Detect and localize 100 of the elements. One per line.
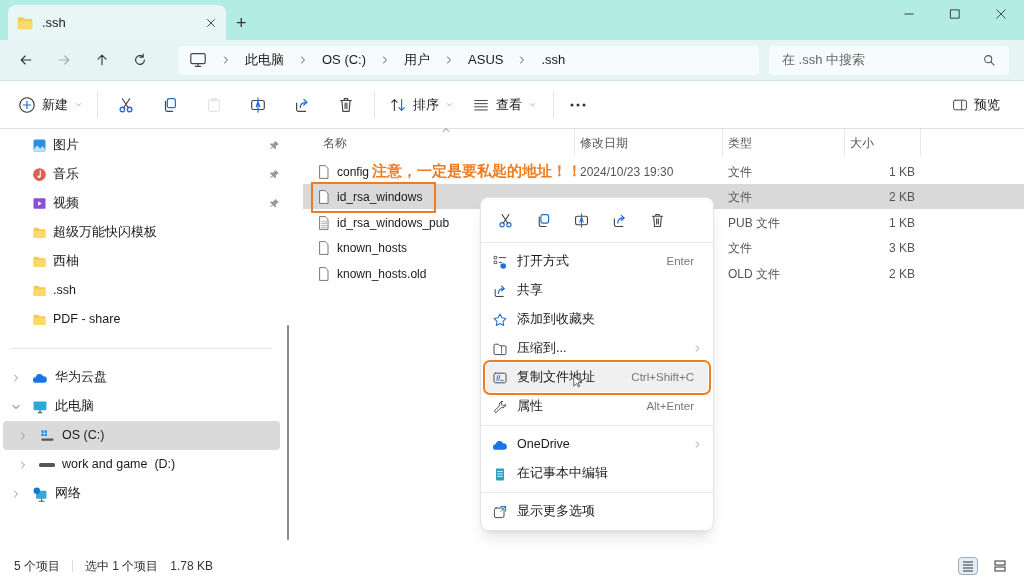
tab[interactable]: .ssh [8, 5, 226, 40]
more-icon[interactable] [570, 102, 586, 107]
file-size: 1 KB [889, 215, 915, 230]
preview-button[interactable]: 预览 [946, 88, 1006, 121]
caret-icon [528, 100, 537, 109]
drive-icon [39, 461, 55, 468]
sidebar-item[interactable]: 音乐 [0, 160, 298, 189]
shortcut-text: Alt+Enter [646, 398, 695, 414]
column-header[interactable]: 名称 [303, 129, 575, 156]
view-button[interactable]: 查看 [462, 88, 547, 121]
breadcrumb[interactable]: ASUS [468, 50, 504, 70]
close-icon[interactable] [994, 7, 1008, 21]
scrollbar-thumb[interactable] [287, 325, 289, 540]
sidebar-item[interactable]: .ssh [0, 276, 298, 305]
chevron-right-icon [298, 55, 308, 65]
folder-icon [32, 312, 47, 327]
search-placeholder: 在 .ssh 中搜索 [782, 51, 867, 70]
file-type: PUB 文件 [728, 215, 780, 230]
monitor-icon [32, 398, 48, 415]
music-note-icon [32, 167, 47, 182]
item-count: 5 个项目 [14, 558, 60, 575]
tree-item[interactable]: work and game (D:) [3, 450, 280, 479]
details-view-button[interactable] [958, 557, 978, 575]
menu-item[interactable]: 在记事本中编辑 [486, 459, 708, 488]
file-size: 2 KB [889, 190, 915, 204]
file-name: known_hosts [337, 240, 408, 257]
tiles-view-icon[interactable] [994, 560, 1006, 572]
shortcut-text: Enter [666, 253, 695, 269]
address-bar[interactable]: 此电脑 OS (C:) 用户 ASUS .ssh [179, 45, 759, 75]
menu-item[interactable]: 打开方式 Enter [486, 247, 708, 276]
tree-item[interactable]: OS (C:) [3, 421, 280, 450]
rename-icon[interactable] [572, 211, 590, 229]
folder-icon [32, 283, 47, 298]
file-size: 1 KB [889, 164, 915, 179]
column-header[interactable]: 类型 [723, 129, 845, 156]
back-icon[interactable] [18, 52, 34, 68]
plus-circle-icon [18, 95, 36, 114]
expand-icon [492, 503, 508, 520]
tab-title: .ssh [42, 13, 67, 32]
file-type: 文件 [728, 164, 752, 179]
sidebar-item[interactable]: 图片 [0, 131, 298, 160]
sort-caret-icon [441, 125, 451, 135]
selection-size: 1.78 KB [170, 558, 214, 575]
file-icon [316, 189, 332, 205]
file-name: known_hosts.old [337, 265, 427, 283]
delete-icon[interactable] [337, 95, 355, 114]
sidebar-item[interactable]: PDF - share [0, 305, 298, 334]
sort-button[interactable]: 排序 [381, 88, 462, 121]
sidebar-item[interactable]: 超级万能快闪模板 [0, 218, 298, 247]
list-icon [962, 560, 974, 572]
file-name: id_rsa_windows [337, 189, 423, 206]
file-size: 2 KB [889, 266, 915, 281]
modified-date: 2024/10/23 19:30 [580, 164, 674, 179]
folder-icon [32, 225, 47, 240]
monitor-icon [189, 51, 207, 69]
file-icon [316, 163, 332, 180]
chevron-right-icon [11, 488, 21, 499]
column-header[interactable]: 大小 [845, 129, 921, 156]
new-tab-button[interactable]: + [236, 14, 247, 32]
selection-info: 选中 1 个项目 [85, 558, 159, 575]
image-icon [32, 138, 47, 153]
star-icon [492, 311, 508, 328]
chevron-right-icon [18, 430, 28, 441]
tree-item[interactable]: 此电脑 [3, 392, 280, 421]
menu-item[interactable]: OneDrive [486, 430, 708, 459]
menu-item[interactable]: 属性 Alt+Enter [486, 392, 708, 421]
sidebar-item[interactable]: 视频 [0, 189, 298, 218]
file-type: OLD 文件 [728, 266, 780, 281]
rename-icon[interactable] [249, 95, 267, 114]
menu-item[interactable]: 共享 [486, 276, 708, 305]
menu-item[interactable]: 压缩到... [486, 334, 708, 363]
breadcrumb[interactable]: 此电脑 [245, 50, 284, 70]
breadcrumb[interactable]: .ssh [541, 50, 566, 70]
refresh-icon[interactable] [132, 52, 148, 68]
search-field[interactable]: 在 .ssh 中搜索 [769, 45, 1009, 75]
network-icon [32, 485, 48, 502]
maximize-icon[interactable] [948, 7, 962, 21]
tree-item[interactable]: 网络 [3, 479, 280, 508]
file-icon [316, 265, 332, 282]
breadcrumb[interactable]: OS (C:) [322, 50, 367, 70]
folder-icon [32, 254, 47, 269]
up-icon[interactable] [94, 52, 110, 68]
file-type: 文件 [728, 241, 752, 255]
menu-item[interactable]: 显示更多选项 [486, 497, 708, 526]
scissors-icon[interactable] [496, 211, 514, 229]
chevron-right-icon [11, 372, 21, 383]
new-button[interactable]: 新建 [18, 88, 97, 121]
sidebar-item[interactable]: 西柚 [0, 247, 298, 276]
caret-icon [445, 100, 454, 109]
menu-item[interactable]: 添加到收藏夹 [486, 305, 708, 334]
file-type: 文件 [728, 190, 752, 204]
apps-list-icon [492, 253, 508, 270]
chevron-right-icon [221, 55, 231, 65]
column-header[interactable]: 修改日期 [575, 129, 723, 156]
tree-item[interactable]: 华为云盘 [3, 363, 280, 392]
breadcrumb[interactable]: 用户 [404, 50, 431, 70]
shortcut-text: Ctrl+Shift+C [631, 369, 695, 385]
file-name: id_rsa_windows_pub [337, 214, 450, 232]
scissors-icon[interactable] [117, 95, 135, 114]
file-size: 3 KB [889, 241, 915, 255]
